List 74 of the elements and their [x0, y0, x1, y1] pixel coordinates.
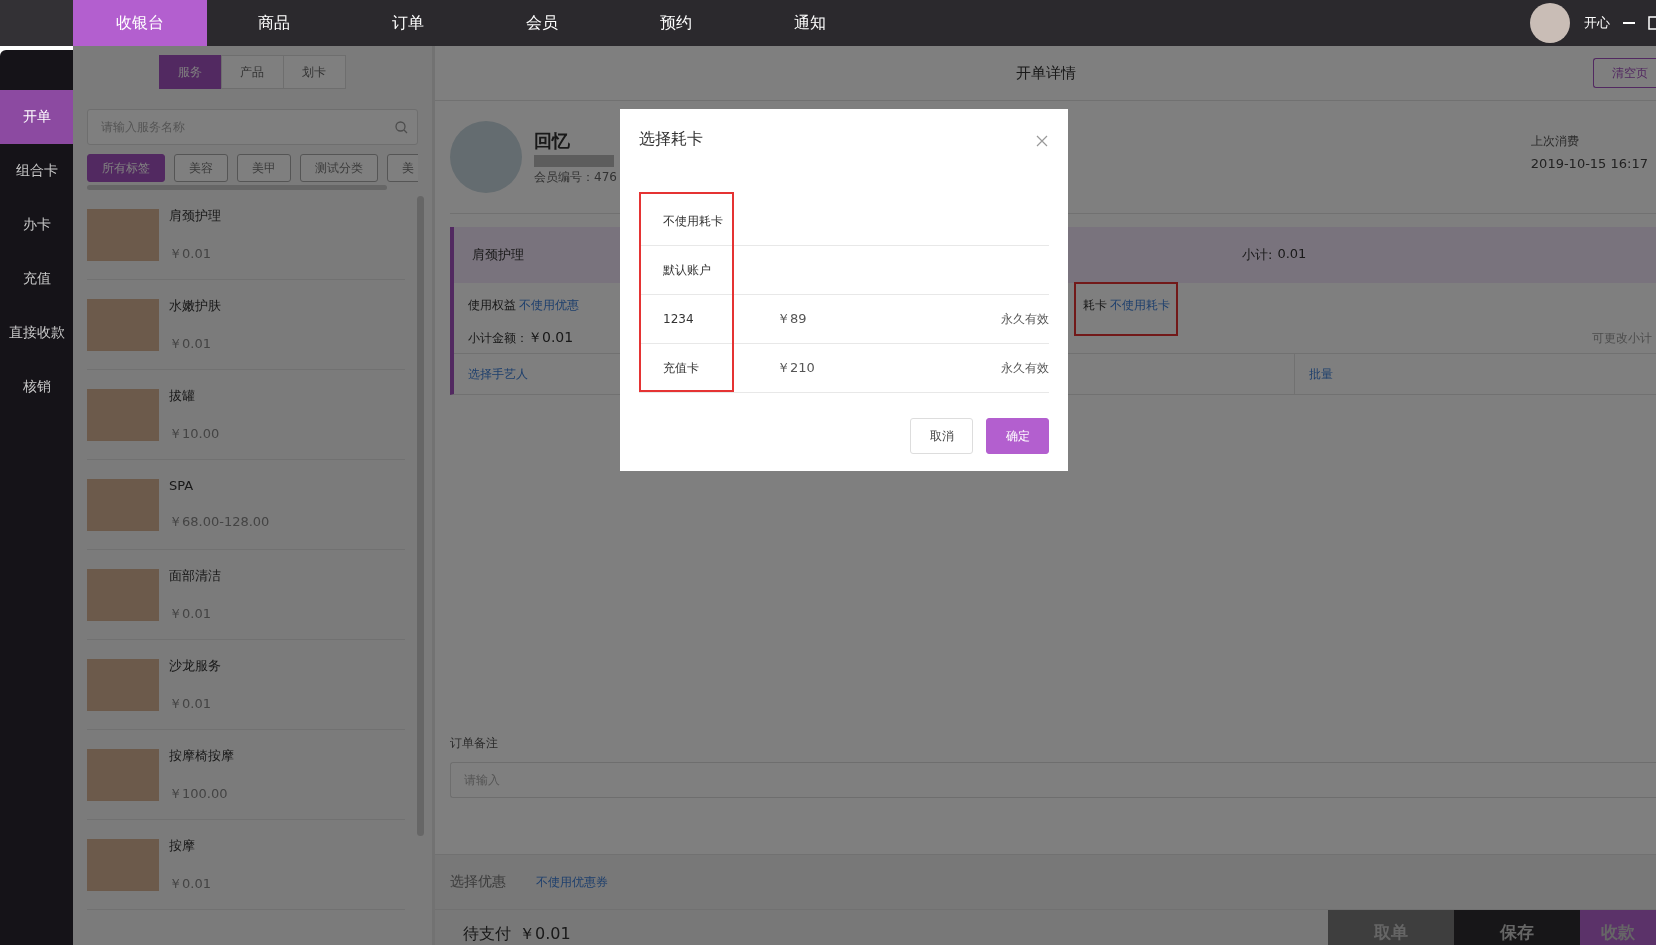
sidebar-item[interactable]: 直接收款	[0, 306, 73, 360]
last-visit-date: 2019-10-15 16:17	[1530, 156, 1648, 171]
nav-tab[interactable]: 预约	[609, 0, 743, 46]
card-name: 1234	[662, 312, 695, 326]
card-validity: 永久有效	[1001, 310, 1049, 328]
tag-chip[interactable]: 美容	[174, 154, 228, 182]
nav-tab[interactable]: 商品	[207, 0, 341, 46]
amount-value: ￥0.01	[528, 329, 574, 347]
sidebar-item[interactable]: 开单	[0, 90, 73, 144]
remark-label: 订单备注	[450, 735, 499, 752]
nav-tab[interactable]: 订单	[341, 0, 475, 46]
service-name: 肩颈护理	[472, 246, 525, 264]
service-name: 按摩椅按摩	[169, 746, 234, 765]
service-name: 拔罐	[169, 386, 196, 405]
action-button[interactable]: 保存	[1454, 910, 1580, 945]
nav-tab[interactable]: 收银台	[73, 0, 207, 46]
avatar-placeholder[interactable]	[1530, 3, 1570, 43]
coupon-link[interactable]: 不使用优惠券	[536, 873, 608, 891]
tag-chip[interactable]: 美甲	[237, 154, 291, 182]
subtotal-label: 小计:	[1242, 246, 1273, 264]
tag-chip[interactable]: 所有标签	[87, 154, 165, 182]
amount-label: 小计金额：	[468, 329, 528, 347]
confirm-button[interactable]: 确定	[986, 418, 1049, 454]
due-amount: ￥0.01	[519, 924, 571, 945]
photo-placeholder	[87, 568, 159, 621]
tag-chip[interactable]: 美	[387, 154, 418, 182]
photo-placeholder	[87, 748, 159, 801]
clear-button[interactable]: 清空页	[1593, 58, 1656, 88]
photo-placeholder	[87, 478, 159, 531]
benefit-link[interactable]: 不使用优惠	[519, 296, 579, 314]
last-visit-label: 上次消费	[1530, 133, 1580, 150]
sidebar-item[interactable]: 办卡	[0, 198, 73, 252]
member-name: 回忆	[534, 128, 571, 153]
search-icon	[395, 121, 408, 134]
due-label: 待支付	[463, 924, 511, 945]
segment-tab[interactable]: 产品	[220, 55, 284, 89]
card-name: 默认账户	[662, 261, 712, 279]
tag-chip[interactable]: 测试分类	[300, 154, 378, 182]
card-name: 充值卡	[662, 359, 700, 377]
service-name: 肩颈护理	[169, 206, 221, 225]
service-name: 面部清洁	[169, 566, 221, 585]
cancel-button[interactable]: 取消	[910, 418, 973, 454]
service-name: 水嫩护肤	[169, 296, 221, 315]
photo-placeholder	[87, 658, 159, 711]
sidebar-item[interactable]: 核销	[0, 360, 73, 414]
subtotal-value: 0.01	[1277, 246, 1307, 263]
discount-label: 选择优惠	[450, 873, 506, 891]
service-name: 沙龙服务	[169, 656, 221, 675]
maximize-icon	[1648, 16, 1656, 30]
service-name: 按摩	[169, 836, 196, 855]
nav-tab[interactable]: 会员	[475, 0, 609, 46]
card-balance: ￥89	[777, 310, 808, 328]
card-validity: 永久有效	[1001, 359, 1049, 377]
card-link[interactable]: 不使用耗卡	[1110, 296, 1170, 314]
close-icon	[1036, 135, 1048, 147]
panel-title: 开单详情	[1015, 63, 1076, 83]
segment-tab[interactable]: 服务	[158, 55, 222, 89]
sidebar-item[interactable]: 充值	[0, 252, 73, 306]
batch-link[interactable]: 批量	[1294, 354, 1333, 394]
sidebar-item[interactable]: 组合卡	[0, 144, 73, 198]
card-balance: ￥210	[777, 359, 816, 377]
photo-placeholder	[87, 298, 159, 351]
benefit-label: 使用权益	[468, 296, 516, 314]
photo-placeholder	[87, 208, 159, 261]
card-name: 不使用耗卡	[662, 212, 724, 230]
user-name[interactable]: 开心	[1584, 14, 1610, 32]
card-label: 耗卡	[1083, 296, 1107, 314]
photo-placeholder	[87, 838, 159, 891]
service-name: SPA	[169, 478, 195, 493]
photo-placeholder	[87, 388, 159, 441]
dialog-title: 选择耗卡	[639, 129, 703, 150]
nav-tab[interactable]: 通知	[743, 0, 877, 46]
segment-tab[interactable]: 划卡	[282, 55, 346, 89]
member-number: 会员编号：476	[534, 168, 617, 186]
